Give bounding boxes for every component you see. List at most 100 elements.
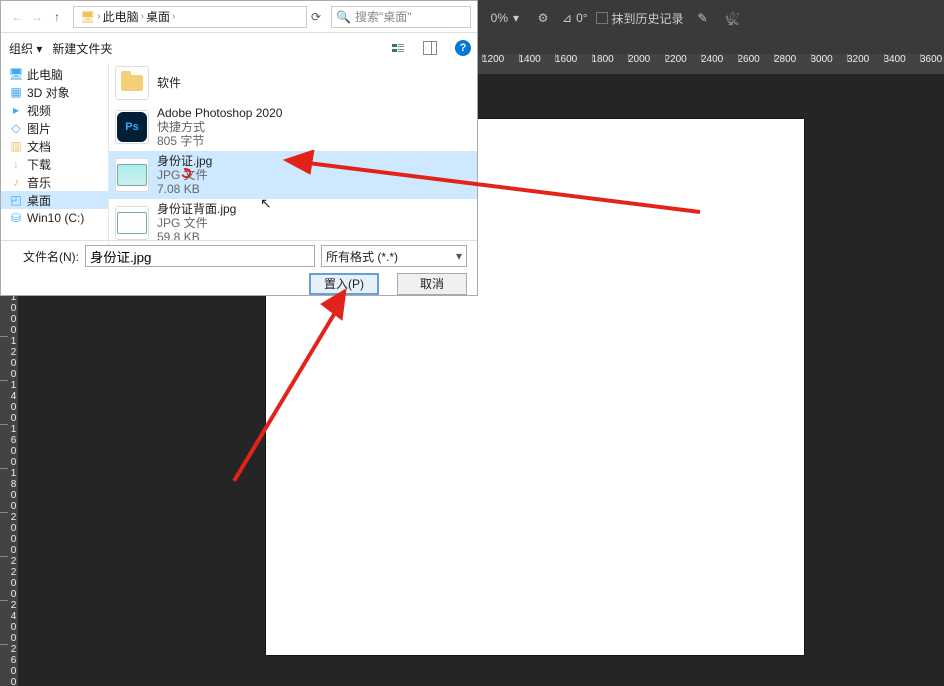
nav-icon: ◰ xyxy=(9,193,23,207)
chevron-right-icon: › xyxy=(141,11,144,22)
ruler-tick: 1600 xyxy=(0,424,18,468)
new-folder-button[interactable]: 新建文件夹 xyxy=(52,40,112,57)
chevron-right-icon: › xyxy=(172,11,175,22)
ruler-tick: 3000 xyxy=(811,54,848,74)
chevron-right-icon: › xyxy=(97,11,100,22)
file-type: 快捷方式 xyxy=(157,120,282,134)
breadcrumb-desktop[interactable]: 桌面 xyxy=(146,8,170,25)
ruler-tick: 2200 xyxy=(0,556,18,600)
nav-item[interactable]: ⛁ Win10 (C:) xyxy=(1,209,108,227)
view-options-button[interactable] xyxy=(391,41,405,55)
nav-item[interactable]: ◰ 桌面 xyxy=(1,191,108,209)
file-row-selected[interactable]: 身份证.jpg JPG 文件 7.08 KB xyxy=(109,151,477,199)
nav-item[interactable]: ▸ 视频 xyxy=(1,101,108,119)
dialog-toolbar: 组织 ▾ 新建文件夹 ? xyxy=(1,33,477,63)
file-size: 805 字节 xyxy=(157,134,282,148)
vertical-ruler: 1000120014001600180020002200240026002800… xyxy=(0,292,18,686)
nav-icon: ⛁ xyxy=(9,211,23,225)
nav-label: 下载 xyxy=(27,156,51,173)
history-checkbox[interactable]: 抹到历史记录 xyxy=(596,10,684,27)
dialog-footer: 文件名(N): 所有格式 (*.*) ▾ 置入(P) 取消 xyxy=(1,240,477,295)
ps-options-bar: 0% ▾ ⚙ ⊿ 0° 抹到历史记录 ✎ 𓆤 xyxy=(478,4,944,32)
search-input[interactable]: 🔍 搜索"桌面" xyxy=(331,6,471,28)
nav-item[interactable]: ▥ 文档 xyxy=(1,137,108,155)
up-button[interactable]: ↑ xyxy=(47,7,67,27)
ruler-tick: 3600 xyxy=(920,54,944,74)
ruler-tick: 3200 xyxy=(847,54,884,74)
nav-icon: ▦ xyxy=(9,85,23,99)
nav-label: 此电脑 xyxy=(27,66,63,83)
filename-label: 文件名(N): xyxy=(11,248,79,265)
butterfly-icon[interactable]: 𓆤 xyxy=(722,7,744,29)
ruler-tick: 2400 xyxy=(0,600,18,644)
nav-icon: 🖥 xyxy=(9,67,23,81)
nav-label: 视频 xyxy=(27,102,51,119)
nav-icon: ↓ xyxy=(9,157,23,171)
forward-button[interactable]: → xyxy=(27,7,47,27)
ruler-tick: 1800 xyxy=(592,54,629,74)
checkbox-box[interactable] xyxy=(596,12,608,24)
filter-label: 所有格式 (*.*) xyxy=(326,248,398,265)
nav-icon: ▸ xyxy=(9,103,23,117)
nav-label: 桌面 xyxy=(27,192,51,209)
ruler-tick: 2600 xyxy=(0,644,18,686)
filter-dropdown[interactable]: 所有格式 (*.*) ▾ xyxy=(321,245,467,267)
breadcrumb[interactable]: 🖥 › 此电脑 › 桌面 › xyxy=(73,6,307,28)
file-size: 7.08 KB xyxy=(157,182,212,196)
ruler-tick: 2800 xyxy=(774,54,811,74)
dialog-toolbar-right: ? xyxy=(391,40,477,56)
gear-icon[interactable]: ⚙ xyxy=(532,7,554,29)
ruler-tick: 1400 xyxy=(0,380,18,424)
nav-label: 图片 xyxy=(27,120,51,137)
nav-item[interactable]: ↓ 下载 xyxy=(1,155,108,173)
ruler-tick: 2000 xyxy=(628,54,665,74)
nav-item[interactable]: ◇图片 xyxy=(1,119,108,137)
file-row-folder[interactable]: 软件 xyxy=(109,63,477,103)
ruler-tick: 2200 xyxy=(665,54,702,74)
refresh-button[interactable]: ⟳ xyxy=(307,7,325,27)
organize-button[interactable]: 组织 ▾ xyxy=(9,40,42,57)
file-name: 身份证.jpg xyxy=(157,154,212,168)
file-row-shortcut[interactable]: Ps Adobe Photoshop 2020 快捷方式 805 字节 xyxy=(109,103,477,151)
history-label: 抹到历史记录 xyxy=(612,10,684,27)
nav-item[interactable]: 🖥 此电脑 xyxy=(1,65,108,83)
zoom-control[interactable]: 0% ▾ xyxy=(486,10,524,26)
folder-thumb xyxy=(115,66,149,100)
pen-icon[interactable]: ✎ xyxy=(692,7,714,29)
ruler-tick: 1600 xyxy=(555,54,592,74)
chevron-down-icon: ▾ xyxy=(456,249,462,263)
horizontal-ruler: 1200140016001800200022002400260028003000… xyxy=(478,54,944,74)
preview-pane-button[interactable] xyxy=(423,41,437,55)
dialog-body: 🖥此电脑▦3D 对象▸视频◇图片▥文档↓下载♪音乐◰桌面⛁Win10 (C:) … xyxy=(1,63,477,257)
nav-label: Win10 (C:) xyxy=(27,211,84,225)
nav-icon: ▥ xyxy=(9,139,23,153)
breadcrumb-pc[interactable]: 此电脑 xyxy=(103,8,139,25)
filename-input[interactable] xyxy=(85,245,315,267)
ruler-tick: 3400 xyxy=(884,54,921,74)
file-name: 软件 xyxy=(157,76,181,90)
nav-label: 3D 对象 xyxy=(27,84,70,101)
angle-value: 0° xyxy=(576,11,587,25)
cancel-button[interactable]: 取消 xyxy=(397,273,467,295)
file-list: 软件 Ps Adobe Photoshop 2020 快捷方式 805 字节 身… xyxy=(109,63,477,257)
help-icon[interactable]: ? xyxy=(455,40,471,56)
ruler-tick: 2600 xyxy=(738,54,775,74)
nav-item[interactable]: ♪音乐 xyxy=(1,173,108,191)
place-button[interactable]: 置入(P) xyxy=(309,273,379,295)
back-button[interactable]: ← xyxy=(7,7,27,27)
file-name: 身份证背面.jpg xyxy=(157,202,236,216)
folder-icon: 🖥 xyxy=(80,10,95,24)
angle-control[interactable]: ⊿ 0° xyxy=(562,11,588,25)
image-thumb xyxy=(115,206,149,240)
image-thumb xyxy=(115,158,149,192)
chevron-down-icon[interactable]: ▾ xyxy=(508,10,524,26)
nav-label: 文档 xyxy=(27,138,51,155)
nav-tree: 🖥 此电脑 ▦ 3D 对象 ▸ 视频◇图片 ▥ 文档 ↓ 下载♪音乐 ◰ 桌面 ⛁ Win10 (C:) xyxy=(1,63,109,257)
cursor-icon: ↖ xyxy=(260,195,272,212)
ps-thumb: Ps xyxy=(115,110,149,144)
nav-item[interactable]: ▦ 3D 对象 xyxy=(1,83,108,101)
search-icon: 🔍 xyxy=(336,10,351,24)
zoom-value: 0% xyxy=(486,11,508,25)
angle-icon: ⊿ xyxy=(562,11,572,25)
file-type: JPG 文件 xyxy=(157,216,236,230)
